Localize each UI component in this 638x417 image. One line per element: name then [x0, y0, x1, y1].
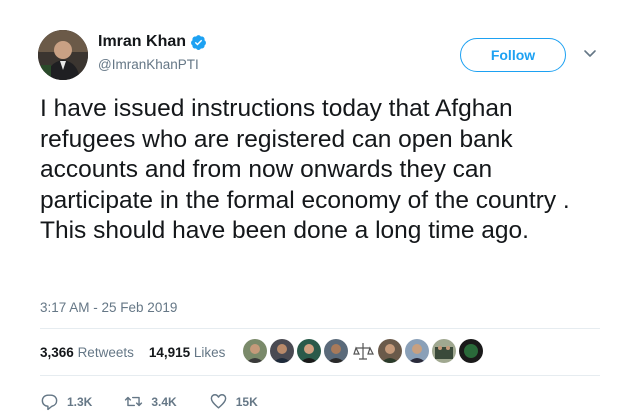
reply-count: 1.3K: [67, 394, 93, 409]
tweet-actions: 1.3K 3.4K 15K: [40, 392, 290, 411]
likes-label: Likes: [193, 345, 226, 360]
engagement-stats: 3,366 Retweets 14,915 Likes: [40, 345, 225, 360]
retweets-stat[interactable]: 3,366 Retweets: [40, 345, 134, 360]
liker-avatar[interactable]: [432, 339, 456, 363]
author-name-text[interactable]: Imran Khan: [98, 33, 186, 51]
verified-badge-icon: [191, 34, 206, 50]
reply-action[interactable]: 1.3K: [40, 392, 92, 411]
likes-stat[interactable]: 14,915 Likes: [149, 345, 226, 360]
retweet-count: 3.4K: [151, 394, 177, 409]
author-handle[interactable]: @ImranKhanPTI: [98, 57, 199, 72]
divider: [40, 328, 600, 329]
retweets-count: 3,366: [40, 345, 74, 360]
author-name[interactable]: Imran Khan: [98, 33, 207, 51]
reply-icon: [41, 394, 58, 411]
like-action[interactable]: 15K: [209, 392, 258, 411]
liker-avatar[interactable]: [243, 339, 267, 363]
like-count: 15K: [235, 394, 258, 409]
follow-button[interactable]: Follow: [460, 38, 566, 72]
liker-avatar[interactable]: [459, 339, 483, 363]
liker-avatar[interactable]: [405, 339, 429, 363]
retweets-label: Retweets: [77, 345, 134, 360]
liker-avatar[interactable]: [378, 339, 402, 363]
author-avatar[interactable]: [38, 30, 88, 80]
chevron-down-icon[interactable]: [582, 45, 598, 61]
likes-count: 14,915: [148, 345, 191, 360]
liker-avatar[interactable]: [297, 339, 321, 363]
liker-avatar[interactable]: [324, 339, 348, 363]
retweet-icon: [125, 396, 143, 407]
liker-avatar[interactable]: [351, 339, 375, 363]
tweet-text: I have issued instructions today that Af…: [40, 95, 570, 244]
liker-avatar[interactable]: [270, 339, 294, 363]
tweet-timestamp[interactable]: 3:17 AM - 25 Feb 2019: [40, 300, 177, 315]
divider: [40, 375, 600, 376]
retweet-action[interactable]: 3.4K: [124, 392, 177, 411]
heart-icon: [210, 394, 227, 409]
liker-avatars: [243, 339, 483, 363]
